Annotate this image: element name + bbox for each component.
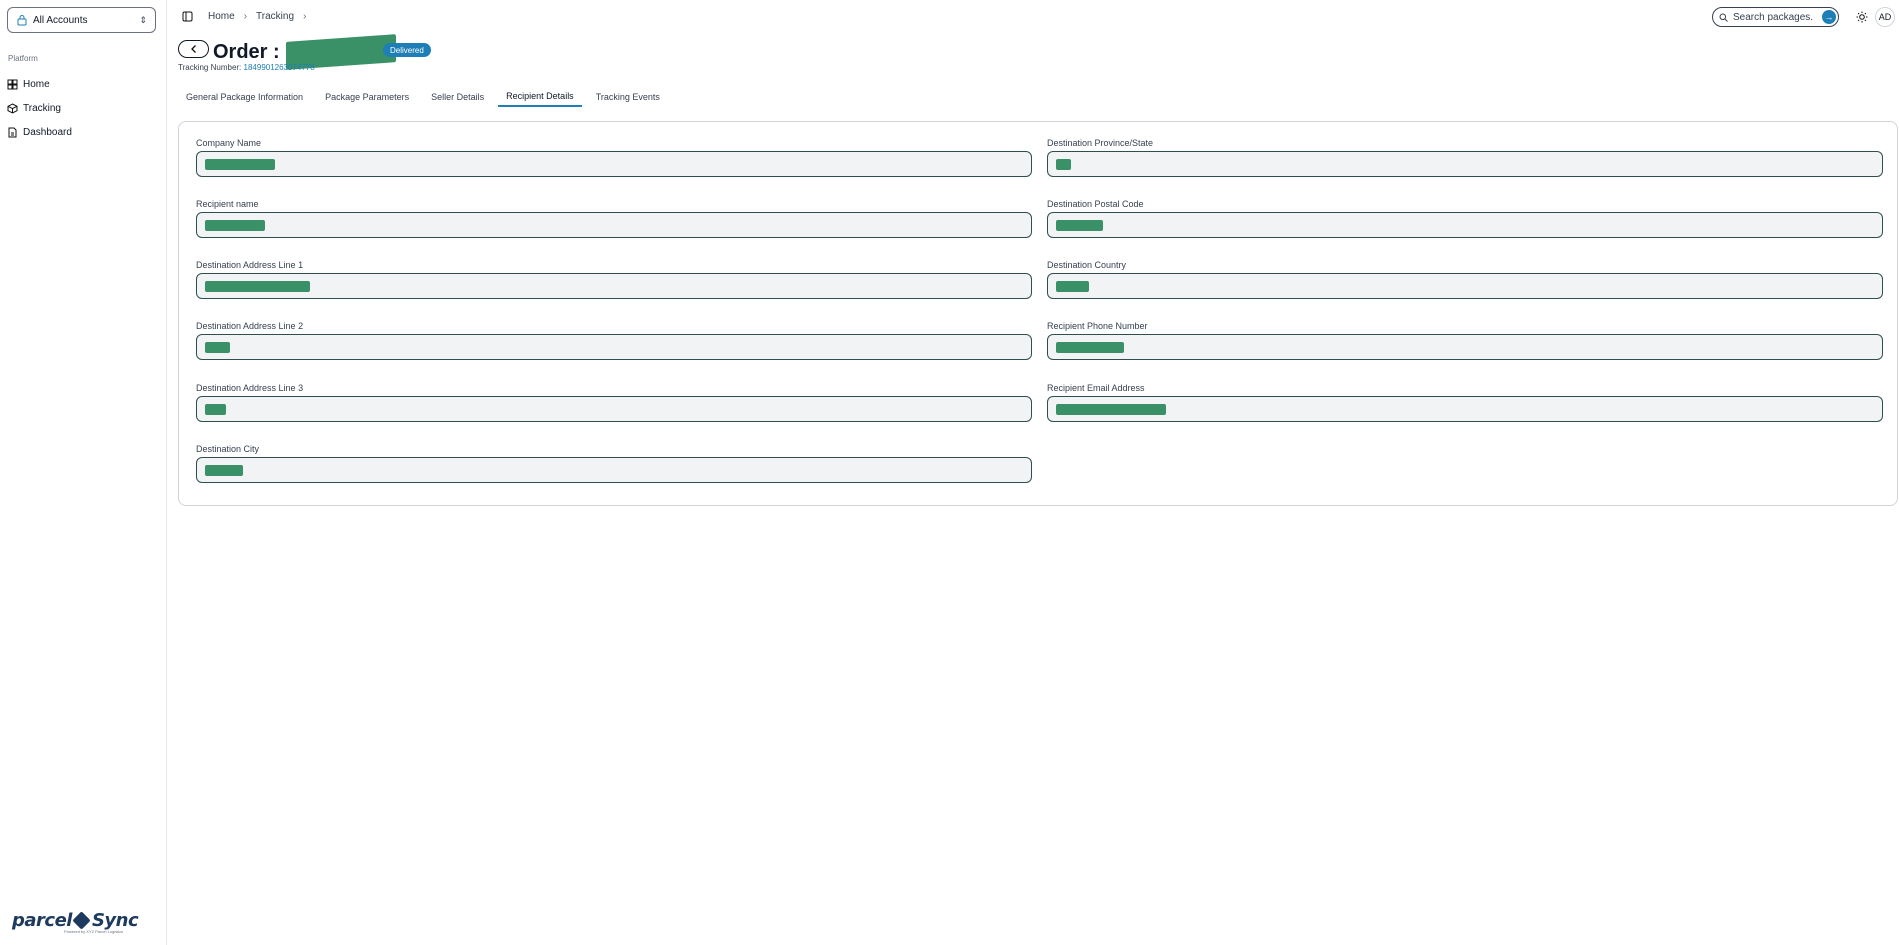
field-label: Recipient name xyxy=(196,199,259,209)
chevron-right-icon: › xyxy=(303,11,307,22)
app-root: All Accounts ⇕ Platform Home Tracking Da… xyxy=(0,0,1899,945)
redacted-value xyxy=(205,219,265,231)
sidebar-item-label: Tracking xyxy=(23,102,61,114)
address-line-3-input[interactable] xyxy=(196,396,1032,422)
redacted-value xyxy=(205,158,275,170)
province-state-field: Destination Province/State xyxy=(1047,138,1883,177)
field-label: Recipient Email Address xyxy=(1047,383,1145,393)
brand-diamond-icon xyxy=(72,911,91,930)
phone-number-field: Recipient Phone Number xyxy=(1047,321,1883,360)
postal-code-input[interactable] xyxy=(1047,212,1883,238)
company-name-field: Company Name xyxy=(196,138,1032,177)
topbar: Home › Tracking › → AD xyxy=(168,0,1899,34)
redacted-value xyxy=(1056,158,1071,170)
destination-country-field: Destination Country xyxy=(1047,260,1883,299)
breadcrumb-tracking[interactable]: Tracking xyxy=(256,11,294,22)
account-selector[interactable]: All Accounts ⇕ xyxy=(7,7,156,33)
postal-code-field: Destination Postal Code xyxy=(1047,199,1883,238)
sidebar-toggle-icon[interactable] xyxy=(182,11,193,22)
tab-bar: General Package Information Package Para… xyxy=(178,86,674,107)
tab-recipient-details[interactable]: Recipient Details xyxy=(498,86,582,107)
sidebar-item-tracking[interactable]: Tracking xyxy=(7,96,157,120)
redacted-value xyxy=(205,403,226,415)
package-icon xyxy=(7,102,18,114)
phone-number-input[interactable] xyxy=(1047,334,1883,360)
chevron-right-icon: › xyxy=(243,11,248,22)
tracking-number-link[interactable]: 1849901263074778 xyxy=(244,63,315,72)
field-label: Destination Address Line 3 xyxy=(196,383,304,393)
page-title: Order : xyxy=(213,34,396,70)
field-label: Destination Address Line 1 xyxy=(196,260,304,270)
address-line-3-field: Destination Address Line 3 xyxy=(196,383,1032,422)
tab-seller-details[interactable]: Seller Details xyxy=(423,86,492,107)
email-address-field: Recipient Email Address xyxy=(1047,383,1883,422)
recipient-name-input[interactable] xyxy=(196,212,1032,238)
sun-icon[interactable] xyxy=(1856,11,1868,23)
address-line-1-input[interactable] xyxy=(196,273,1032,299)
field-label: Destination Postal Code xyxy=(1047,199,1144,209)
search-box: → xyxy=(1712,7,1839,27)
tracking-number-label: Tracking Number: xyxy=(178,63,242,72)
address-line-1-field: Destination Address Line 1 xyxy=(196,260,1032,299)
document-icon xyxy=(8,127,17,137)
company-name-input[interactable] xyxy=(196,151,1032,177)
redacted-value xyxy=(205,280,310,292)
sidebar-item-dashboard[interactable]: Dashboard xyxy=(7,120,157,144)
recipient-details-card: Company Name Recipient name Destination … xyxy=(178,121,1898,506)
recipient-name-field: Recipient name xyxy=(196,199,1032,238)
redacted-value xyxy=(205,464,243,476)
brand-logo: parcel Sync Powered by XYZ Parcel Logist… xyxy=(12,910,152,938)
account-selector-label: All Accounts xyxy=(33,14,88,26)
redacted-value xyxy=(1056,341,1124,353)
field-label: Destination City xyxy=(196,444,260,454)
tab-general-package-information[interactable]: General Package Information xyxy=(178,86,311,107)
sidebar-item-label: Home xyxy=(23,78,50,90)
redacted-value xyxy=(1056,219,1103,231)
sidebar-item-home[interactable]: Home xyxy=(7,72,157,96)
destination-country-input[interactable] xyxy=(1047,273,1883,299)
chevron-updown-icon: ⇕ xyxy=(139,14,147,25)
email-address-input[interactable] xyxy=(1047,396,1883,422)
search-icon xyxy=(1719,13,1728,22)
tab-tracking-events[interactable]: Tracking Events xyxy=(588,86,668,107)
sidebar-item-label: Dashboard xyxy=(23,126,72,138)
field-label: Company Name xyxy=(196,138,262,148)
field-label: Destination Province/State xyxy=(1047,138,1154,148)
tracking-number-line: Tracking Number: 1849901263074778 xyxy=(178,63,315,72)
status-badge: Delivered xyxy=(383,43,431,57)
sidebar: All Accounts ⇕ Platform Home Tracking Da… xyxy=(0,0,167,945)
nav-group-label: Platform xyxy=(8,54,38,63)
account-lock-icon xyxy=(17,15,27,26)
breadcrumb: Home › Tracking › xyxy=(208,11,315,22)
brand-tagline: Powered by XYZ Parcel Logistics xyxy=(64,929,124,934)
redacted-value xyxy=(1056,403,1166,415)
brand-name-left: parcel xyxy=(12,910,72,931)
tab-package-parameters[interactable]: Package Parameters xyxy=(317,86,417,107)
search-input[interactable] xyxy=(1733,11,1813,23)
chevron-left-icon xyxy=(190,45,196,53)
avatar[interactable]: AD xyxy=(1875,7,1895,27)
sidebar-nav: Home Tracking Dashboard xyxy=(7,72,157,144)
destination-city-field: Destination City xyxy=(196,444,1032,483)
home-grid-icon xyxy=(7,79,18,89)
field-label: Destination Country xyxy=(1047,260,1127,270)
brand-name-right: Sync xyxy=(91,910,139,931)
redacted-value xyxy=(205,341,230,353)
field-label: Recipient Phone Number xyxy=(1047,321,1148,331)
address-line-2-field: Destination Address Line 2 xyxy=(196,321,1032,360)
address-line-2-input[interactable] xyxy=(196,334,1032,360)
redacted-value xyxy=(1056,280,1089,292)
field-label: Destination Address Line 2 xyxy=(196,321,304,331)
search-submit-button[interactable]: → xyxy=(1822,10,1836,24)
brand-wordmark: parcel Sync xyxy=(12,910,152,931)
order-prefix: Order : xyxy=(213,40,280,63)
back-button[interactable] xyxy=(178,40,209,58)
province-state-input[interactable] xyxy=(1047,151,1883,177)
destination-city-input[interactable] xyxy=(196,457,1032,483)
breadcrumb-home[interactable]: Home xyxy=(208,11,235,22)
